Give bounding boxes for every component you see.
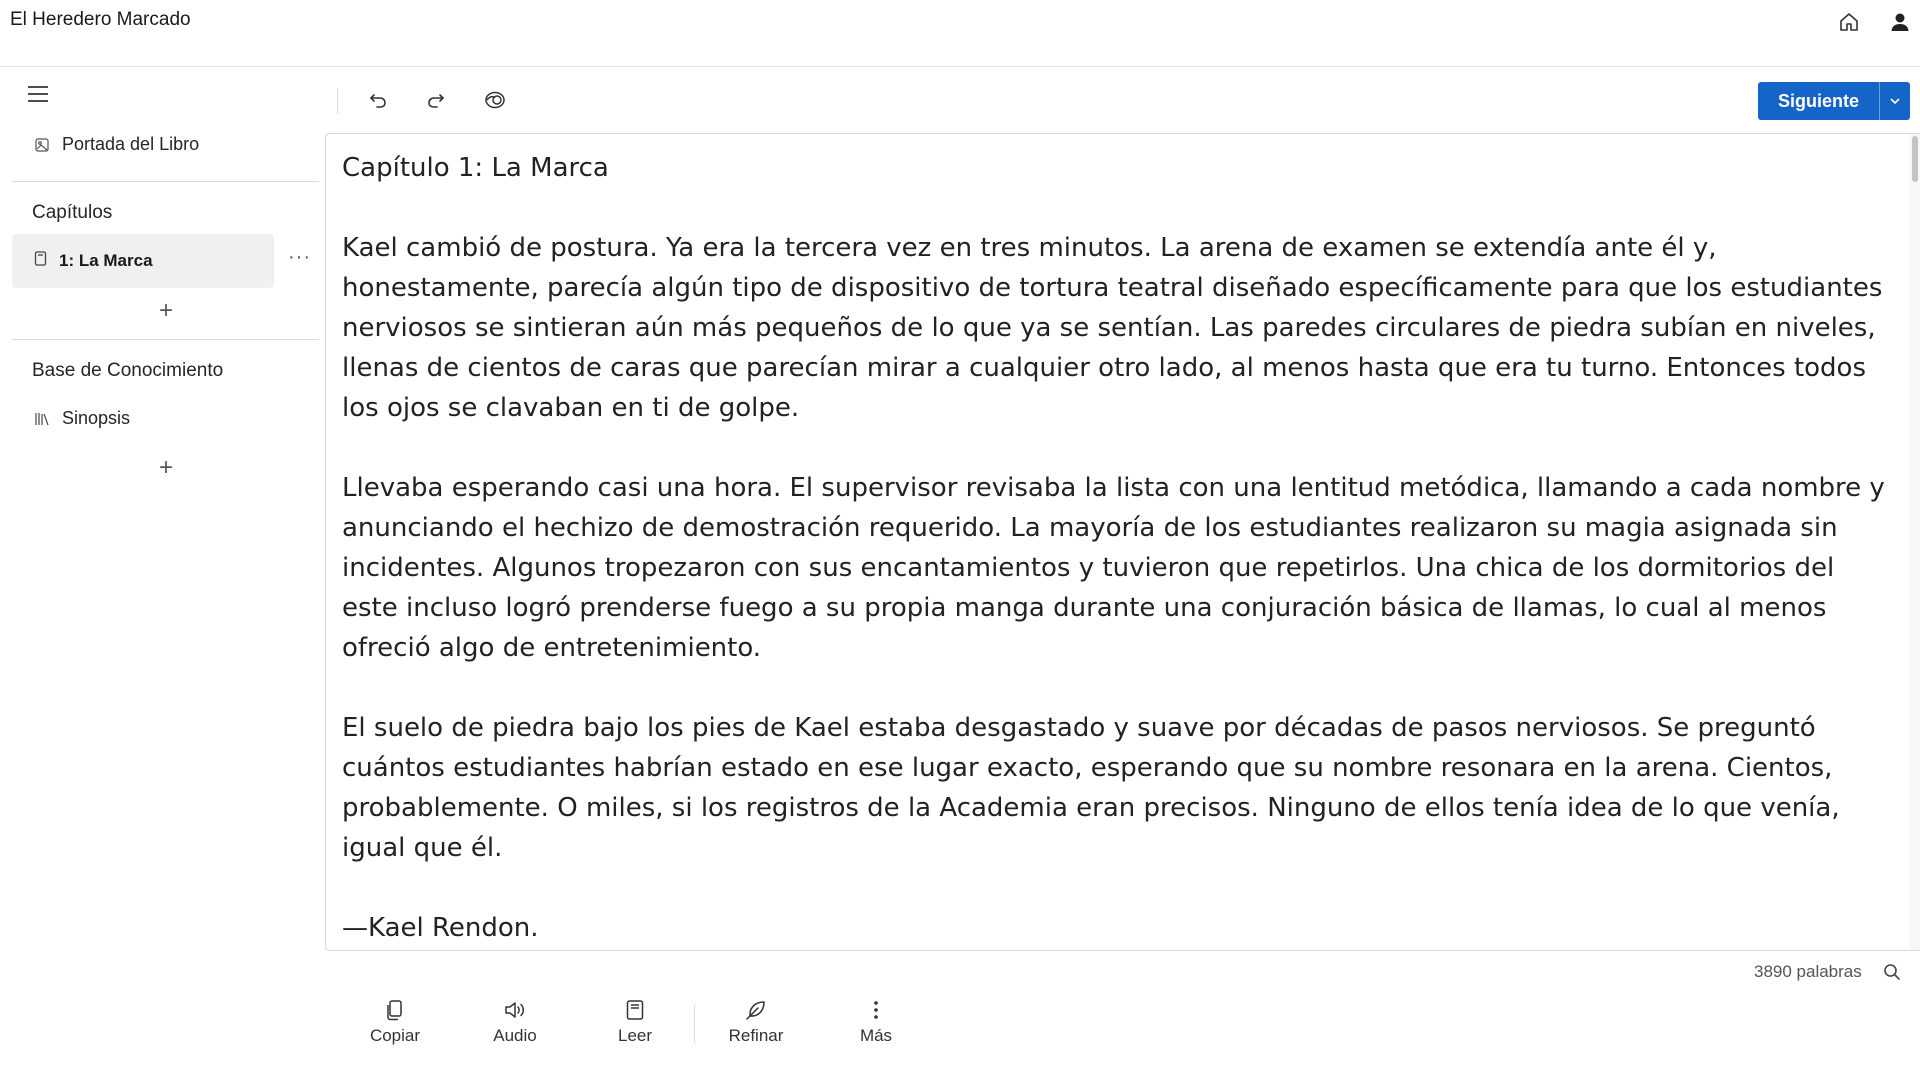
book-icon xyxy=(623,998,647,1022)
chapters-heading: Capítulos xyxy=(32,202,113,223)
document-icon xyxy=(34,251,47,271)
editor-paragraph: Kael cambió de postura. Ya era la tercer… xyxy=(342,233,1883,423)
audio-button[interactable]: Audio xyxy=(470,998,560,1054)
top-bar: El Heredero Marcado xyxy=(0,0,1920,67)
sidebar-item-label: Sinopsis xyxy=(62,408,131,428)
action-label: Copiar xyxy=(369,1026,421,1045)
sidebar-divider xyxy=(12,339,319,340)
next-button[interactable]: Siguiente xyxy=(1758,82,1879,120)
feather-icon xyxy=(744,998,768,1022)
editor-paragraph: Llevaba esperando casi una hora. El supe… xyxy=(342,473,1885,663)
sidebar-item-cover[interactable]: Portada del Libro xyxy=(34,134,199,155)
scrollbar-thumb[interactable] xyxy=(1912,136,1918,182)
chapter-label: 1: La Marca xyxy=(59,251,153,270)
read-button[interactable]: Leer xyxy=(590,998,680,1054)
action-label: Más xyxy=(859,1026,893,1045)
copy-button[interactable]: Copiar xyxy=(350,998,440,1054)
knowledge-heading: Base de Conocimiento xyxy=(32,360,224,381)
add-chapter-button[interactable]: + xyxy=(151,296,181,326)
editor-paragraph: —Kael Rendon. xyxy=(342,913,539,943)
more-vertical-icon xyxy=(864,998,888,1022)
chapter-title: Capítulo 1: La Marca xyxy=(342,153,609,183)
sidebar-item-sinopsis[interactable]: Sinopsis xyxy=(34,408,130,429)
sidebar-item-chapter-1[interactable]: 1: La Marca xyxy=(12,234,274,288)
app-title: El Heredero Marcado xyxy=(10,9,191,30)
text-editor[interactable]: Capítulo 1: La Marca Kael cambió de post… xyxy=(325,133,1920,951)
user-icon[interactable] xyxy=(1886,8,1914,36)
refine-button[interactable]: Refinar xyxy=(711,998,801,1054)
search-icon[interactable] xyxy=(1880,960,1904,984)
sidebar-divider xyxy=(12,181,319,182)
action-label: Refinar xyxy=(728,1026,784,1045)
redo-icon[interactable] xyxy=(420,86,452,114)
toolbar-divider xyxy=(337,88,338,114)
home-icon[interactable] xyxy=(1835,8,1863,36)
speaker-icon xyxy=(503,998,527,1022)
sidebar: Portada del Libro Capítulos 1: La Marca … xyxy=(0,68,325,948)
focus-mode-icon[interactable] xyxy=(479,86,511,114)
editor-paragraph: El suelo de piedra bajo los pies de Kael… xyxy=(342,713,1840,863)
sidebar-item-label: Portada del Libro xyxy=(62,134,200,154)
menu-icon[interactable] xyxy=(24,82,52,106)
image-icon xyxy=(34,137,50,153)
undo-icon[interactable] xyxy=(362,86,394,114)
word-count: 3890 palabras xyxy=(1754,962,1862,981)
editor-scrollbar[interactable] xyxy=(1910,134,1920,950)
library-icon xyxy=(34,411,50,427)
editor-content[interactable]: Capítulo 1: La Marca Kael cambió de post… xyxy=(342,148,1897,950)
chevron-down-icon[interactable] xyxy=(1880,82,1910,120)
action-label: Leer xyxy=(617,1026,653,1045)
action-divider xyxy=(694,1005,695,1043)
action-label: Audio xyxy=(493,1026,537,1045)
chapter-more-button[interactable]: ··· xyxy=(288,246,311,269)
add-knowledge-button[interactable]: + xyxy=(151,453,181,483)
next-split-button: Siguiente xyxy=(1758,82,1910,120)
more-button[interactable]: Más xyxy=(831,998,921,1054)
copy-icon xyxy=(383,998,407,1022)
